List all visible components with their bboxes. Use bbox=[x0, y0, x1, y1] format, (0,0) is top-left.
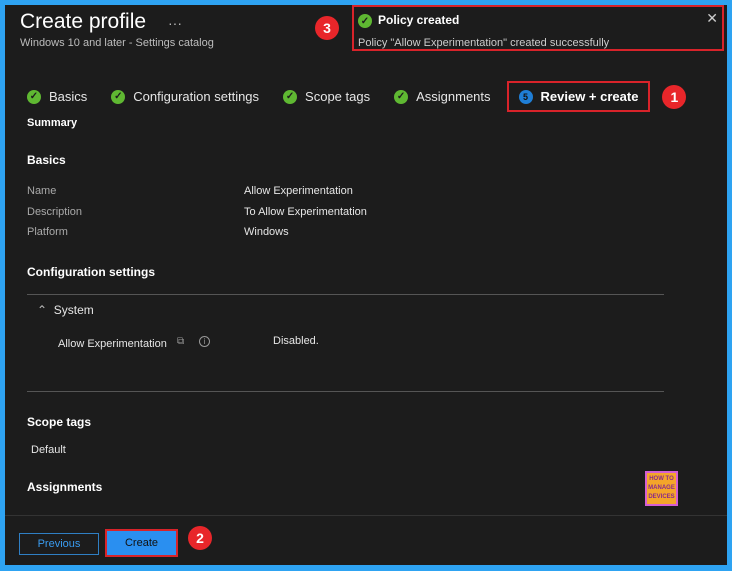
basics-heading: Basics bbox=[27, 153, 66, 167]
platform-label: Platform bbox=[27, 226, 68, 238]
divider bbox=[27, 391, 664, 392]
annotation-badge-1: 1 bbox=[662, 84, 687, 109]
name-value: Allow Experimentation bbox=[244, 185, 353, 197]
toast-message: Policy "Allow Experimentation" created s… bbox=[358, 37, 610, 49]
step-label: Assignments bbox=[416, 89, 491, 104]
copilot-icon: ⧉ bbox=[177, 336, 185, 347]
name-label: Name bbox=[27, 185, 57, 197]
info-icon[interactable]: i bbox=[199, 336, 210, 347]
success-check-icon: ✓ bbox=[358, 14, 372, 28]
check-icon: ✓ bbox=[27, 89, 41, 104]
system-group-toggle[interactable]: ⌃ System bbox=[37, 303, 94, 317]
scope-tag-value: Default bbox=[31, 444, 66, 456]
create-button[interactable]: Create bbox=[105, 529, 178, 557]
scope-tags-heading: Scope tags bbox=[27, 415, 92, 429]
toast-title: Policy created bbox=[378, 13, 460, 27]
check-icon: ✓ bbox=[283, 89, 298, 104]
close-icon[interactable]: ✕ bbox=[706, 10, 718, 27]
description-value: To Allow Experimentation bbox=[244, 206, 367, 218]
page-subtitle: Windows 10 and later - Settings catalog bbox=[20, 37, 214, 49]
check-icon: ✓ bbox=[394, 89, 409, 104]
more-options-button[interactable]: ··· bbox=[168, 15, 182, 31]
setting-value: Disabled. bbox=[273, 335, 319, 347]
step-scope-tags[interactable]: ✓ Scope tags bbox=[283, 89, 370, 104]
step-basics[interactable]: ✓ Basics bbox=[27, 89, 87, 104]
step-label: Review + create bbox=[540, 89, 639, 104]
step-number-icon: 5 bbox=[518, 89, 533, 104]
howto-manage-devices-logo: HOW TO MANAGE DEVICES bbox=[645, 471, 678, 506]
page-title: Create profile bbox=[20, 10, 147, 33]
annotation-badge-3: 3 bbox=[315, 16, 339, 40]
chevron-up-icon: ⌃ bbox=[37, 303, 48, 317]
previous-button[interactable]: Previous bbox=[19, 533, 99, 555]
step-configuration-settings[interactable]: ✓ Configuration settings bbox=[111, 89, 259, 104]
wizard-steps: ✓ Basics ✓ Configuration settings ✓ Scope t… bbox=[27, 81, 687, 112]
policy-created-toast: ✓ Policy created ✕ Policy "Allow Experim… bbox=[352, 5, 724, 51]
setting-name: Allow Experimentation bbox=[58, 338, 167, 350]
summary-label: Summary bbox=[27, 117, 78, 129]
step-assignments[interactable]: ✓ Assignments bbox=[394, 89, 491, 104]
platform-value: Windows bbox=[244, 226, 289, 238]
step-label: Basics bbox=[49, 89, 88, 104]
create-label: Create bbox=[107, 531, 176, 555]
check-icon: ✓ bbox=[111, 89, 126, 104]
divider bbox=[27, 294, 664, 295]
step-label: Scope tags bbox=[305, 89, 371, 104]
step-label: Configuration settings bbox=[133, 89, 260, 104]
assignments-heading: Assignments bbox=[27, 480, 103, 494]
create-profile-window: Create profile ··· Windows 10 and later … bbox=[5, 5, 727, 565]
configuration-heading: Configuration settings bbox=[27, 265, 155, 279]
step-review-create[interactable]: 5 Review + create bbox=[506, 81, 651, 112]
group-label: System bbox=[53, 303, 94, 317]
footer-divider bbox=[5, 515, 727, 516]
description-label: Description bbox=[27, 206, 83, 218]
annotation-badge-2: 2 bbox=[188, 526, 212, 550]
